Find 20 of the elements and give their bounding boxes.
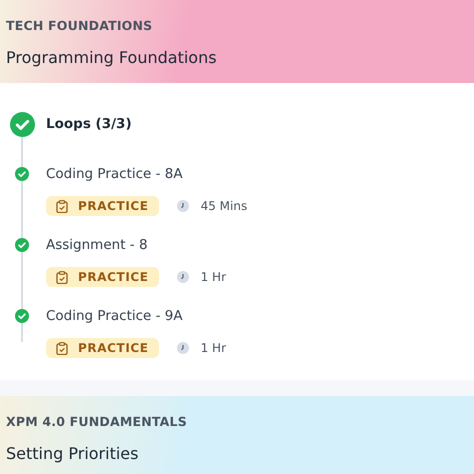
module-title[interactable]: Loops (3/3) [46,116,132,132]
duration-text: 1 Hr [200,270,226,284]
course-category: TECH FOUNDATIONS [6,18,154,33]
tag-label: PRACTICE [78,270,149,284]
tag-label: PRACTICE [78,341,149,355]
lesson-title[interactable]: Coding Practice - 8A [46,166,183,182]
course-title: Programming Foundations [6,48,218,67]
clipboard-icon [56,270,68,284]
clipboard-icon [56,200,68,212]
clock-icon [176,200,189,212]
tag-label: PRACTICE [78,199,149,213]
duration-text: 45 Mins [200,199,248,213]
lesson-title[interactable]: Coding Practice - 9A [46,308,183,324]
course-title: Setting Priorities [6,444,140,463]
duration-text: 1 Hr [200,341,226,355]
course-category: XPM 4.0 FUNDAMENTALS [6,414,188,429]
clock-icon [176,271,189,283]
lesson-title[interactable]: Assignment - 8 [46,237,148,253]
clock-icon [176,342,189,354]
clipboard-icon [56,342,68,354]
